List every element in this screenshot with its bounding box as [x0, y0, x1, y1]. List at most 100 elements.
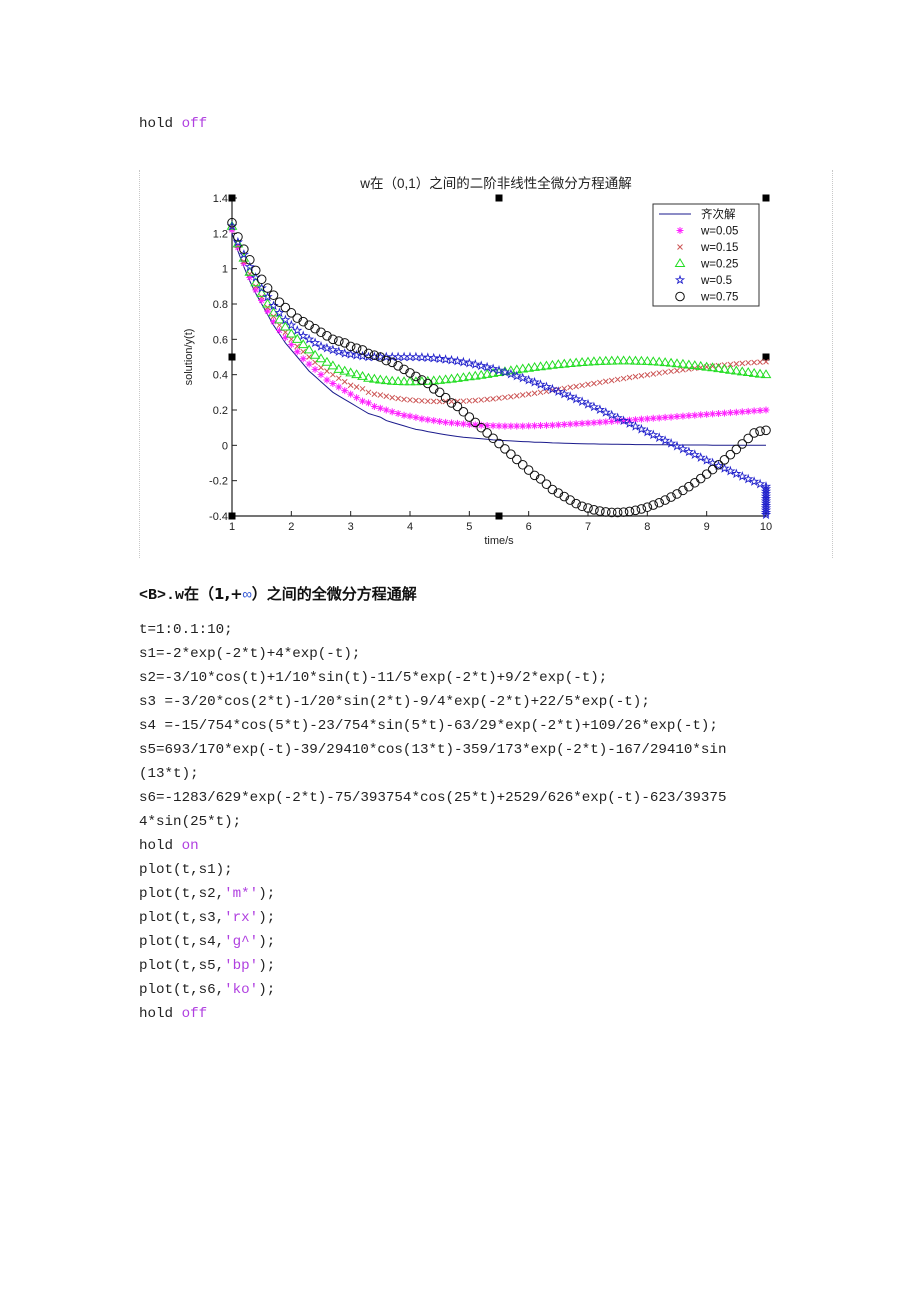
data-point [305, 360, 313, 368]
data-point [353, 394, 361, 402]
data-point [407, 397, 413, 403]
data-point [442, 418, 450, 426]
x-tick-label: 7 [585, 521, 591, 533]
data-point [335, 383, 343, 391]
code-keyword: hold [139, 1006, 174, 1022]
data-point [430, 417, 438, 425]
x-tick-label: 4 [407, 521, 413, 533]
code-string: 'bp' [224, 958, 259, 974]
data-point [341, 387, 349, 395]
code-text: ); [258, 910, 276, 926]
data-point [315, 340, 327, 351]
data-point [440, 392, 451, 403]
data-point [512, 454, 522, 465]
data-point [662, 369, 668, 376]
data-point [701, 469, 712, 479]
data-point [519, 392, 526, 398]
data-point [513, 393, 520, 399]
data-point [655, 414, 663, 422]
code-keyword-state: on [181, 838, 199, 854]
data-point [274, 297, 285, 308]
data-point [638, 372, 645, 379]
code-string: 'ko' [224, 982, 259, 998]
y-tick-label: 0.8 [213, 299, 228, 311]
code-line: s5=693/170*exp(-t)-39/29410*cos(13*t)-35… [139, 742, 727, 758]
data-point [482, 428, 492, 438]
code-line: s2=-3/10*cos(t)+1/10*sin(t)-11/5*exp(-2*… [139, 670, 608, 686]
code-line-plot: plot(t,s3,'rx'); [139, 906, 726, 930]
code-keyword: hold [139, 116, 174, 132]
data-point [739, 360, 746, 367]
data-point [490, 396, 496, 402]
selection-handle [762, 194, 770, 202]
heading-suffix: ）之间的全微分方程通解 [251, 585, 417, 603]
data-point [632, 373, 639, 380]
data-point [537, 389, 544, 396]
data-point [268, 290, 279, 300]
data-point [749, 428, 759, 438]
legend-label: w=0.15 [700, 242, 738, 254]
data-point [668, 368, 674, 375]
code-line-plot: plot(t,s2,'m*'); [139, 882, 726, 906]
y-tick-label: 0.4 [213, 370, 228, 382]
code-line: 4*sin(25*t); [139, 814, 242, 830]
data-point [502, 394, 508, 401]
x-tick-label: 6 [526, 521, 532, 533]
data-point [406, 412, 414, 420]
data-point [667, 413, 675, 421]
data-point [270, 313, 277, 320]
data-point [608, 377, 615, 384]
data-point [573, 383, 579, 390]
y-tick-label: 1.2 [213, 228, 228, 240]
code-text: plot(t,s6, [139, 982, 225, 998]
data-point [388, 408, 396, 416]
data-point [317, 371, 325, 379]
data-point [620, 375, 627, 382]
code-string: 'g^' [224, 934, 259, 950]
code-line-plot: plot(t,s4,'g^'); [139, 930, 726, 954]
data-point [460, 398, 467, 405]
data-point [751, 359, 757, 366]
code-text: plot(t,s3, [139, 910, 225, 926]
data-point [364, 399, 372, 407]
data-point [720, 409, 728, 417]
data-point [292, 325, 303, 335]
data-point [595, 506, 605, 516]
data-point [761, 425, 771, 436]
data-point [448, 419, 456, 427]
data-point [383, 393, 390, 400]
data-point [334, 336, 344, 346]
code-text: plot(t,s1); [139, 862, 233, 878]
data-point [311, 365, 319, 373]
data-point [335, 375, 342, 382]
data-point [370, 402, 378, 410]
data-point [401, 396, 407, 403]
data-point [579, 382, 585, 389]
data-point [297, 339, 309, 349]
data-point [419, 397, 425, 404]
data-point [597, 379, 603, 386]
data-point [347, 390, 355, 398]
code-line: s1=-2*exp(-2*t)+4*exp(-t); [139, 646, 361, 662]
data-point [517, 459, 528, 470]
legend-label: 齐次解 [701, 207, 736, 221]
y-tick-label: -0.2 [209, 476, 228, 488]
code-line: s4 =-15/754*cos(5*t)-23/754*sin(5*t)-63/… [139, 718, 718, 734]
code-line: s3 =-3/20*cos(2*t)-1/20*sin(2*t)-9/4*exp… [139, 694, 650, 710]
data-point [531, 390, 538, 397]
data-point [282, 329, 289, 336]
data-point [459, 420, 467, 428]
data-point [324, 368, 330, 374]
x-tick-label: 1 [229, 521, 235, 533]
data-point [430, 398, 437, 405]
data-point [508, 393, 514, 400]
data-point [690, 477, 700, 488]
legend-layer: 齐次解 w=0.05 w=0.15 w=0.25 w=0.5 w=0.75 [652, 203, 760, 307]
code-line-plot: plot(t,s6,'ko'); [139, 978, 726, 1002]
data-point [309, 349, 321, 359]
code-text: ); [258, 886, 276, 902]
y-tick-label: 1.4 [213, 193, 228, 205]
code-line: s6=-1283/629*exp(-2*t)-75/393754*cos(25*… [139, 790, 727, 806]
data-point [400, 411, 408, 419]
